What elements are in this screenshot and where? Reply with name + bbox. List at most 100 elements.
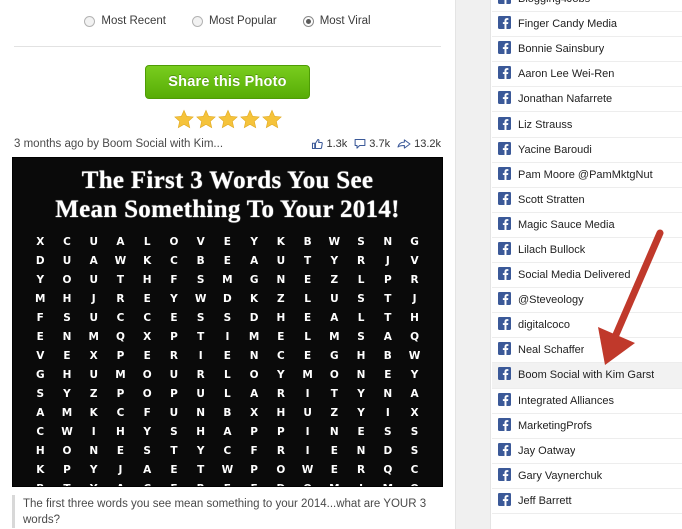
star-icon[interactable]: [261, 109, 282, 129]
grid-letter: M: [35, 293, 46, 305]
facebook-icon: [498, 16, 511, 32]
star-icon[interactable]: [173, 109, 194, 129]
facebook-icon: [498, 267, 511, 283]
fan-list-item[interactable]: Jonathan Nafarrete: [492, 87, 682, 113]
fan-list-item[interactable]: Finger Candy Media: [492, 12, 682, 38]
grid-letter: P: [170, 388, 178, 400]
fan-list-item[interactable]: Scott Stratten: [492, 188, 682, 213]
grid-letter: F: [250, 445, 258, 457]
grid-letter: Z: [277, 293, 285, 305]
grid-letter: O: [294, 481, 321, 486]
grid-letter: E: [277, 331, 285, 343]
star-icon[interactable]: [217, 109, 238, 129]
grid-letter: S: [384, 426, 392, 438]
grid-letter: I: [198, 350, 203, 362]
grid-letter: L: [304, 331, 312, 343]
radio-button-icon[interactable]: [302, 15, 314, 27]
photo-image[interactable]: The First 3 Words You See Mean Something…: [12, 157, 443, 487]
grid-letter: O: [169, 236, 179, 248]
fan-list-item[interactable]: Jeff Barrett: [492, 489, 682, 514]
fan-list-item[interactable]: Liz Strauss: [492, 112, 682, 138]
divider: [14, 46, 441, 47]
grid-letter: L: [357, 274, 365, 286]
share-photo-button[interactable]: Share this Photo: [145, 65, 310, 99]
star-icon[interactable]: [239, 109, 260, 129]
grid-letter: C: [223, 445, 232, 457]
facebook-icon: [498, 191, 511, 208]
grid-letter: I: [305, 445, 310, 457]
grid-letter: J: [91, 293, 96, 305]
grid-letter: A: [143, 464, 152, 476]
grid-letter: M: [115, 369, 126, 381]
grid-letter: T: [384, 293, 392, 305]
fan-list-item[interactable]: Gary Vaynerchuk: [492, 464, 682, 489]
grid-letter: N: [196, 407, 206, 419]
grid-letter: N: [356, 369, 366, 381]
grid-letter: E: [170, 464, 178, 476]
grid-letter: I: [385, 407, 390, 419]
grid-letter: L: [357, 312, 365, 324]
grid-letter: M: [222, 274, 233, 286]
sort-option-most-viral[interactable]: Most Viral: [302, 15, 371, 27]
fan-list-item[interactable]: Boom Social with Kim Garst: [492, 363, 682, 389]
grid-letter: V: [196, 236, 205, 248]
grid-letter: F: [161, 481, 188, 486]
grid-letter: C: [134, 481, 161, 486]
grid-letter: N: [383, 388, 393, 400]
fan-list-item[interactable]: Bonnie Sainsbury: [492, 37, 682, 63]
grid-letter: U: [89, 312, 99, 324]
grid-letter: E: [36, 331, 45, 343]
radio-button-icon[interactable]: [84, 15, 96, 27]
grid-letter: H: [116, 426, 126, 438]
fan-list-item[interactable]: Blogging4Jobs: [492, 0, 682, 13]
grid-letter: F: [170, 274, 178, 286]
grid-letter: O: [62, 445, 72, 457]
fan-list-item[interactable]: Pam Moore @PamMktgNut: [492, 163, 682, 188]
photo-headline: The First 3 Words You See Mean Something…: [13, 158, 442, 224]
grid-letter: O: [142, 388, 152, 400]
grid-letter: X: [410, 407, 419, 419]
fan-page-list: Blogging4Jobs Finger Candy Media Bonnie Sa…: [492, 0, 682, 516]
fan-list-item[interactable]: MarketingProfs: [492, 414, 682, 439]
grid-letter: Q: [115, 331, 126, 343]
grid-letter: M: [88, 331, 100, 343]
sort-option-most-recent[interactable]: Most Recent: [84, 15, 166, 27]
grid-letter: A: [383, 331, 393, 343]
fan-list-item[interactable]: digitalcoco: [492, 313, 682, 339]
comment-stat: 3.7k: [354, 138, 390, 150]
fan-list-item[interactable]: Yacine Baroudi: [492, 138, 682, 163]
grid-letter: B: [27, 481, 54, 486]
sort-option-most-popular[interactable]: Most Popular: [191, 15, 277, 27]
fan-list-item[interactable]: Magic Sauce Media: [492, 213, 682, 238]
grid-letter: S: [196, 312, 205, 324]
grid-letter: R: [357, 255, 366, 267]
grid-letter: A: [250, 388, 259, 400]
post-meta-row: 3 months ago by Boom Social with Kim... …: [14, 138, 441, 150]
fan-list-item[interactable]: Aaron Lee Wei-Ren: [492, 62, 682, 88]
fan-list-item[interactable]: Integrated Alliances: [492, 389, 682, 414]
radio-button-icon[interactable]: [191, 15, 203, 27]
grid-letter: S: [63, 312, 71, 324]
grid-letter: E: [116, 445, 125, 457]
grid-letter: A: [116, 236, 125, 248]
star-rating[interactable]: [0, 108, 455, 130]
grid-letter: H: [35, 445, 45, 457]
grid-letter: Z: [89, 388, 98, 400]
photo-caption-block: The first three words you see mean somet…: [12, 495, 443, 528]
grid-letter: K: [89, 407, 98, 419]
grid-letter: A: [36, 407, 45, 419]
fan-list-item[interactable]: Neal Schaffer: [492, 338, 682, 364]
grid-letter: N: [62, 331, 72, 343]
sort-options: Most Recent Most Popular Most Viral: [0, 0, 455, 36]
grid-letter: U: [276, 255, 286, 267]
star-icon[interactable]: [195, 109, 216, 129]
grid-letter: C: [116, 312, 125, 324]
grid-letter: R: [196, 369, 205, 381]
fan-list-item[interactable]: Social Media Delivered: [492, 263, 682, 289]
grid-letter: B: [196, 255, 205, 267]
fan-list-item[interactable]: Lilach Bullock: [492, 238, 682, 264]
fan-list-item[interactable]: Ann Tran: [492, 514, 682, 516]
share-count: 13.2k: [414, 138, 441, 150]
fan-list-item[interactable]: @Steveology: [492, 288, 682, 314]
fan-list-item[interactable]: Jay Oatway: [492, 439, 682, 464]
